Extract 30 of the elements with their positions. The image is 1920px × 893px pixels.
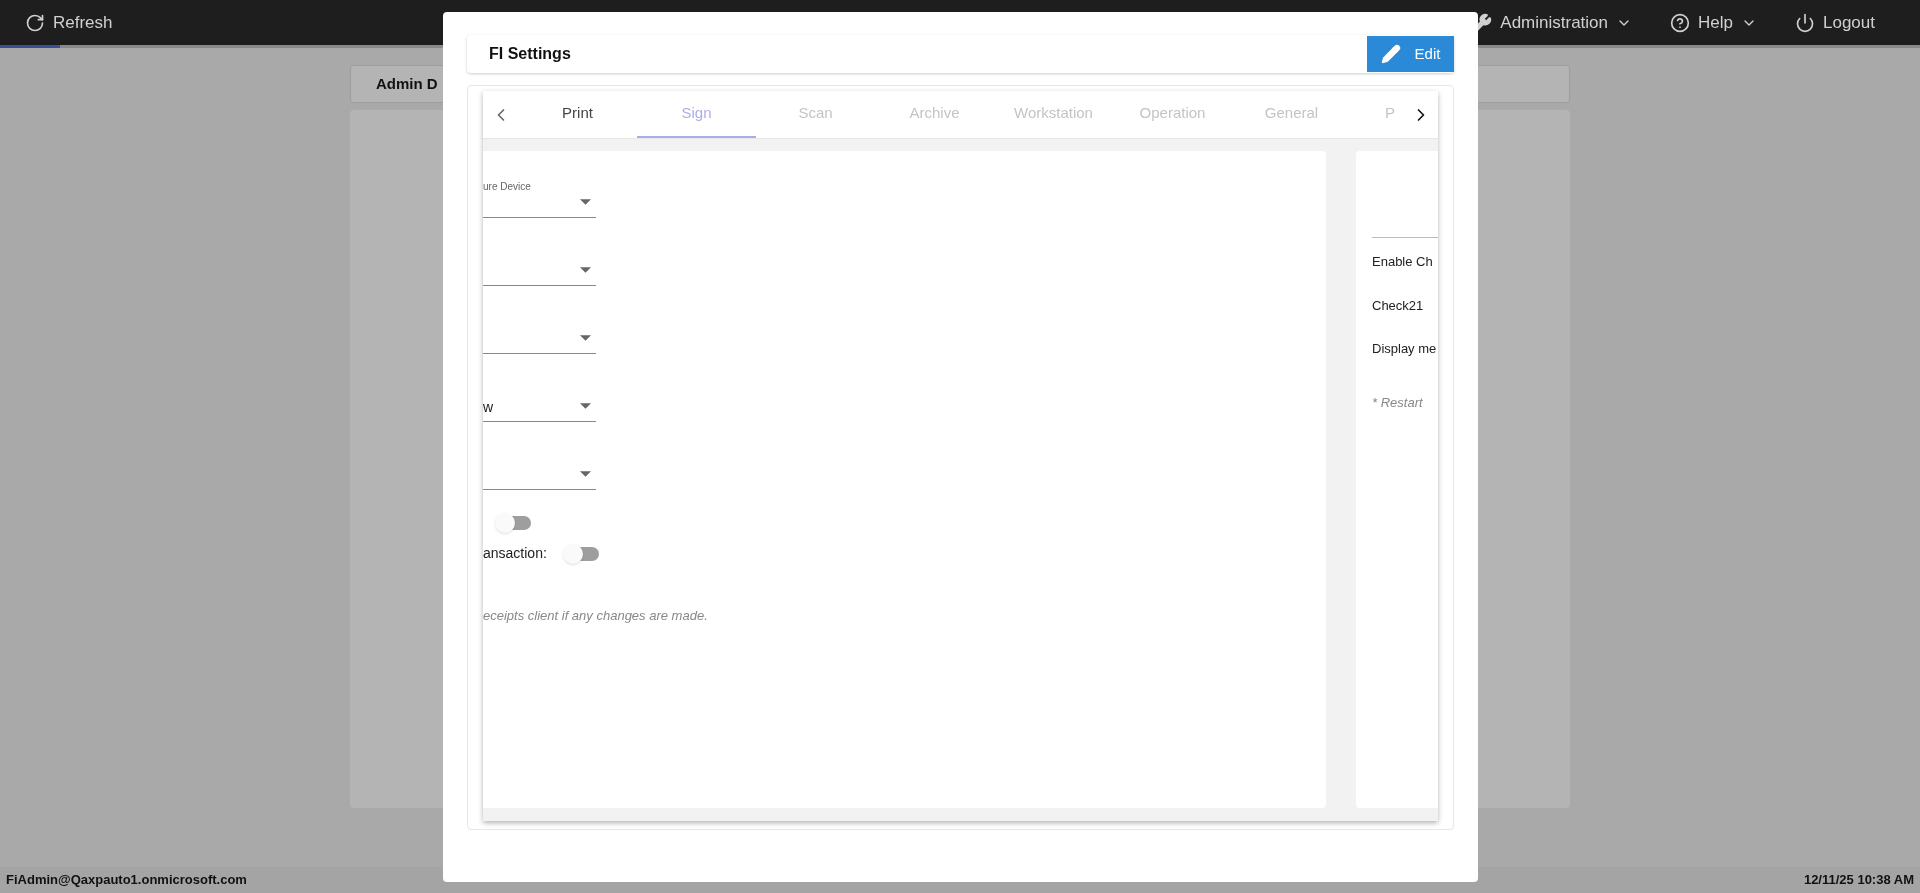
field-value: w — [483, 398, 494, 417]
help-icon — [1670, 12, 1691, 33]
toggle-label: ansaction: — [483, 544, 547, 563]
setting-label: Check21 — [1372, 296, 1425, 315]
refresh-icon — [25, 12, 45, 33]
dropdown-arrow-icon — [580, 335, 591, 341]
dropdown-arrow-icon — [580, 199, 591, 205]
select-field[interactable]: w — [483, 383, 596, 422]
field-label: ure Device — [483, 180, 531, 194]
dialog-title: FI Settings — [489, 44, 571, 64]
toggle-switch[interactable] — [562, 543, 599, 564]
restart-note: * Restart — [1372, 393, 1424, 412]
setting-label: Display me — [1372, 340, 1438, 358]
select-field[interactable]: ure Device — [483, 179, 596, 218]
restart-note: eceipts client if any changes are made. — [483, 607, 709, 625]
menu-button[interactable]: Help — [1670, 9, 1757, 36]
dropdown-arrow-icon — [580, 403, 591, 409]
power-icon — [1795, 12, 1815, 33]
tab[interactable]: Print — [518, 91, 637, 138]
logout-button[interactable]: Logout — [1795, 9, 1875, 36]
refresh-button[interactable]: Refresh — [25, 9, 113, 36]
user-email: FiAdmin@Qaxpauto1.onmicrosoft.com — [6, 871, 247, 890]
dropdown-arrow-icon — [580, 267, 591, 273]
dropdown-arrow-icon — [580, 471, 591, 477]
toggle-switch[interactable] — [495, 513, 531, 533]
setting-label: Enable Ch — [1372, 253, 1434, 271]
card-title: Admin D — [376, 73, 438, 94]
date-time: 12/11/25 10:38 AM — [1803, 871, 1914, 890]
pencil-icon — [1380, 44, 1401, 64]
edit-button[interactable]: Edit — [1367, 36, 1454, 72]
